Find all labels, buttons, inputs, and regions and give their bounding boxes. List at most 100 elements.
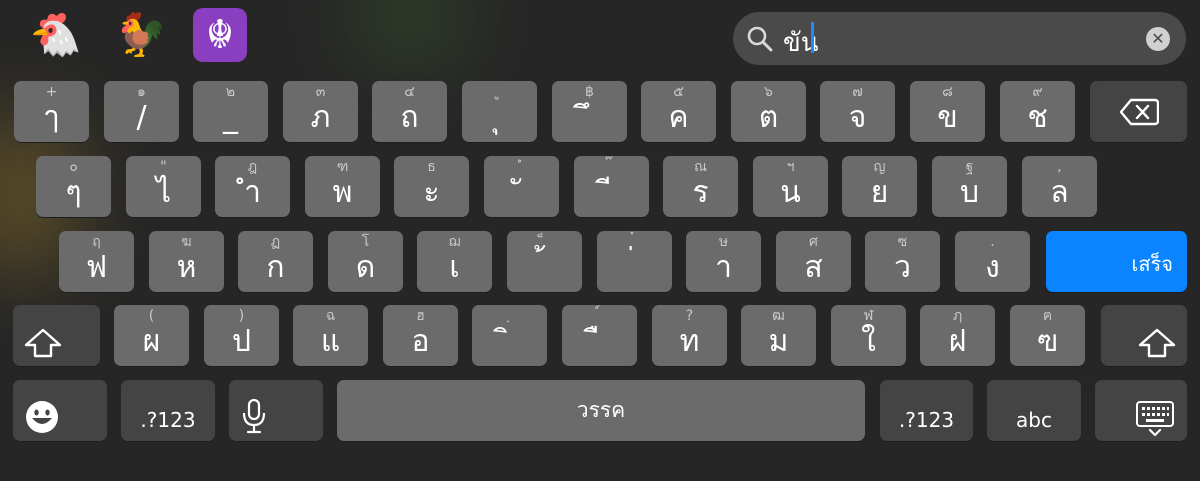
key-main-label: ล — [1050, 175, 1069, 210]
key-main-label: / — [136, 100, 147, 135]
key-row3-5[interactable]: ฌเ — [417, 231, 492, 292]
chicken-face-icon: 🐔 — [29, 10, 83, 59]
key-main-label: ป — [231, 324, 252, 359]
key-row2-10[interactable]: ญย — [842, 156, 917, 217]
key-row4-3[interactable]: ฉแ — [293, 305, 368, 366]
key-main-label: จ — [848, 100, 867, 135]
key-row2-5[interactable]: ธะ — [394, 156, 469, 217]
emoji-suggestion-chicken[interactable]: 🐔 — [28, 7, 84, 63]
key-hint-label: ฏ — [270, 234, 281, 250]
hide-keyboard-key[interactable] — [1095, 380, 1187, 441]
emoji-search-field[interactable]: ขัน ✕ — [733, 12, 1186, 65]
key-hint-label: ฬ — [863, 308, 874, 324]
key-row3-3[interactable]: ฏก — [238, 231, 313, 292]
dictation-key[interactable] — [229, 380, 323, 441]
key-row1-10[interactable]: ๗จ — [820, 81, 895, 142]
key-hint-label: ็ — [507, 234, 582, 250]
key-row1-6[interactable]: ูุ — [462, 81, 537, 142]
key-hint-label: " — [160, 159, 167, 175]
key-row1-1[interactable]: + ๅ — [14, 81, 89, 142]
numbers-key-right[interactable]: .?123 — [880, 380, 973, 441]
key-row4-2[interactable]: ) ป — [204, 305, 279, 366]
key-row3-7[interactable]: ๋่ — [597, 231, 672, 292]
key-row3-6[interactable]: ็้ — [507, 231, 582, 292]
key-row3-11[interactable]: .ง — [955, 231, 1030, 292]
key-row1-2[interactable]: ๑/ — [104, 81, 179, 142]
numbers-label: .?123 — [140, 408, 196, 432]
key-hint-label: ฑ — [336, 159, 349, 175]
key-row4-8[interactable]: ฒม — [741, 305, 816, 366]
key-main-label: ใ — [861, 324, 876, 359]
key-main-label: ค — [668, 100, 689, 135]
key-row4-10[interactable]: ฦฝ — [920, 305, 995, 366]
key-main-label: แ — [320, 324, 341, 359]
keyboard-dismiss-icon — [1136, 401, 1174, 436]
key-hint-label: + — [45, 84, 58, 100]
key-row2-3[interactable]: ฎำ — [215, 156, 290, 217]
key-hint-label: ) — [238, 308, 245, 324]
key-hint-label: . — [990, 234, 995, 250]
key-row4-9[interactable]: ฬใ — [831, 305, 906, 366]
key-main-label: ๅ — [44, 100, 59, 135]
key-row1-7[interactable]: ฿ึ — [552, 81, 627, 142]
key-row3-10[interactable]: ซว — [865, 231, 940, 292]
key-main-label: เ — [449, 250, 460, 285]
space-key[interactable]: วรรค — [337, 380, 865, 441]
key-row4-6[interactable]: ์ื — [562, 305, 637, 366]
key-row3-8[interactable]: ษา — [686, 231, 761, 292]
abc-key[interactable]: abc — [987, 380, 1081, 441]
key-row2-1[interactable]: ๐ๆ — [36, 156, 111, 217]
key-row2-12[interactable]: ,ล — [1022, 156, 1097, 217]
key-hint-label: ๑ — [137, 84, 146, 100]
key-row1-4[interactable]: ๓ภ — [283, 81, 358, 142]
delete-key[interactable] — [1090, 81, 1187, 142]
key-main-label: ภ — [310, 100, 331, 135]
key-row1-12[interactable]: ๙ช — [1000, 81, 1075, 142]
clear-icon[interactable]: ✕ — [1146, 27, 1170, 51]
done-key[interactable]: เสร็จ — [1046, 231, 1187, 292]
key-main-label: ๆ — [65, 175, 82, 210]
key-row1-11[interactable]: ๘ข — [910, 81, 985, 142]
key-row2-9[interactable]: ฯน — [753, 156, 828, 217]
emoji-suggestion-khanda[interactable]: ☬ — [193, 8, 247, 62]
key-main-label: ื — [562, 324, 637, 360]
key-hint-label: ธ — [427, 159, 436, 175]
key-row2-2[interactable]: " ไ — [126, 156, 201, 217]
key-row1-3[interactable]: ๒ _ — [193, 81, 268, 142]
emoji-suggestion-rooster[interactable]: 🐓 — [113, 7, 169, 63]
background-glow — [350, 0, 470, 70]
key-hint-label: ษ — [718, 234, 729, 250]
key-main-label: ฃ — [1036, 324, 1059, 359]
key-row4-1[interactable]: (ผ — [114, 305, 189, 366]
emoji-key[interactable] — [13, 380, 107, 441]
key-hint-label: ฮ — [416, 308, 425, 324]
key-main-label: ุ — [462, 100, 537, 136]
key-row4-11[interactable]: ฅฃ — [1010, 305, 1085, 366]
key-row2-4[interactable]: ฑพ — [305, 156, 380, 217]
key-row2-11[interactable]: ฐบ — [932, 156, 1007, 217]
khanda-icon: ☬ — [205, 12, 235, 58]
key-row3-1[interactable]: ฤฟ — [59, 231, 134, 292]
key-row1-8[interactable]: ๕ค — [641, 81, 716, 142]
shift-key-right[interactable] — [1101, 305, 1187, 366]
key-row4-4[interactable]: ฮอ — [383, 305, 458, 366]
numbers-key-left[interactable]: .?123 — [121, 380, 215, 441]
key-row3-9[interactable]: ศส — [776, 231, 851, 292]
key-row2-6[interactable]: ํั — [484, 156, 559, 217]
key-row2-8[interactable]: ณร — [663, 156, 738, 217]
key-main-label: ่ — [597, 250, 672, 286]
key-hint-label: ฅ — [1042, 308, 1053, 324]
key-hint-label: ๙ — [1032, 84, 1043, 100]
key-row4-7[interactable]: ? ท — [652, 305, 727, 366]
key-row3-4[interactable]: โด — [328, 231, 403, 292]
key-row3-2[interactable]: ฆห — [149, 231, 224, 292]
key-row1-5[interactable]: ๔ถ — [372, 81, 447, 142]
key-row4-5[interactable]: ฺิ — [472, 305, 547, 366]
key-row1-9[interactable]: ๖ต — [731, 81, 806, 142]
shift-key-left[interactable] — [13, 305, 100, 366]
key-row2-7[interactable]: ๊ี — [574, 156, 649, 217]
key-hint-label: ฎ — [247, 159, 258, 175]
key-main-label: ย — [870, 175, 889, 210]
key-hint-label: , — [1057, 159, 1062, 175]
key-hint-label: ๒ — [225, 84, 236, 100]
